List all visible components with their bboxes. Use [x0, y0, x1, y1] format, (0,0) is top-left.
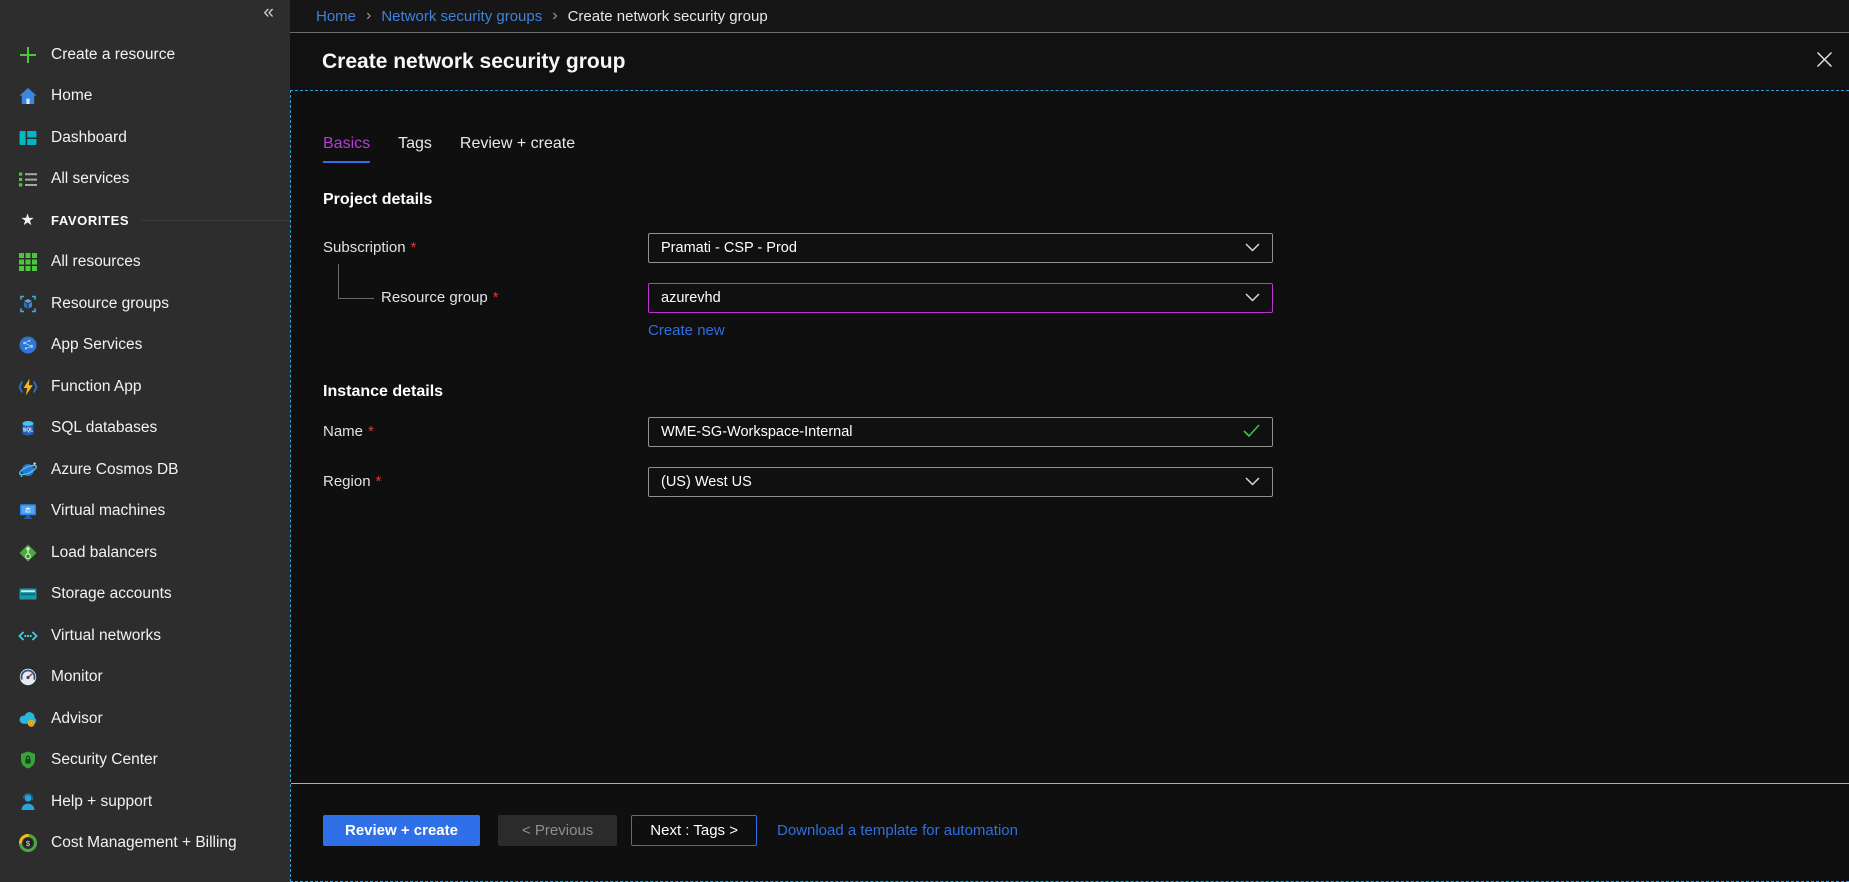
- main-area: Home › Network security groups › Create …: [290, 0, 1849, 882]
- breadcrumb-separator-icon: ›: [552, 7, 557, 25]
- sidebar-item-advisor[interactable]: Advisor: [0, 698, 290, 740]
- sidebar-nav: Create a resource Home Dashboard All ser…: [0, 0, 290, 864]
- breadcrumb-current: Create network security group: [568, 8, 768, 25]
- sidebar-item-virtual-machines[interactable]: Virtual machines: [0, 491, 290, 533]
- required-marker: *: [376, 473, 382, 490]
- download-template-link[interactable]: Download a template for automation: [777, 815, 1018, 846]
- virtual-machine-icon: [17, 501, 38, 522]
- sidebar-item-sql-databases[interactable]: SQL SQL databases: [0, 408, 290, 450]
- svg-text:SQL: SQL: [22, 428, 32, 434]
- resource-group-label: Resource group*: [323, 283, 648, 313]
- sidebar-item-app-services[interactable]: App Services: [0, 325, 290, 367]
- required-marker: *: [411, 239, 417, 256]
- sidebar-item-virtual-networks[interactable]: Virtual networks: [0, 615, 290, 657]
- security-center-icon: [17, 750, 38, 771]
- review-create-button[interactable]: Review + create: [323, 815, 480, 846]
- cost-management-icon: $: [17, 833, 38, 854]
- blade-header: Create network security group: [290, 33, 1849, 90]
- sidebar-section-favorites: ★ FAVORITES: [0, 200, 290, 242]
- resource-group-select[interactable]: azurevhd: [648, 283, 1273, 313]
- tab-bar: Basics Tags Review + create: [323, 135, 1849, 163]
- previous-button[interactable]: < Previous: [498, 815, 617, 846]
- section-heading-instance-details: Instance details: [323, 383, 1849, 401]
- next-tags-button[interactable]: Next : Tags >: [631, 815, 757, 846]
- breadcrumb: Home › Network security groups › Create …: [290, 0, 1849, 33]
- sidebar-item-function-app[interactable]: Function App: [0, 366, 290, 408]
- app-services-icon: [17, 335, 38, 356]
- monitor-icon: [17, 667, 38, 688]
- region-row: Region* (US) West US: [323, 467, 1849, 497]
- virtual-network-icon: [17, 625, 38, 646]
- sidebar-item-dashboard[interactable]: Dashboard: [0, 117, 290, 159]
- resource-group-icon: [17, 293, 38, 314]
- required-marker: *: [368, 423, 374, 440]
- subscription-select[interactable]: Pramati - CSP - Prod: [648, 233, 1273, 263]
- name-input[interactable]: WME-SG-Workspace-Internal: [648, 417, 1273, 447]
- list-icon: [17, 169, 38, 190]
- cosmos-db-icon: [17, 459, 38, 480]
- check-icon: [1243, 424, 1260, 441]
- subscription-label: Subscription*: [323, 233, 648, 263]
- tab-review-create[interactable]: Review + create: [460, 135, 575, 163]
- sidebar-item-security-center[interactable]: Security Center: [0, 740, 290, 782]
- tab-tags[interactable]: Tags: [398, 135, 432, 163]
- help-support-icon: [17, 791, 38, 812]
- section-heading-project-details: Project details: [323, 191, 1849, 209]
- plus-icon: [17, 44, 38, 65]
- sidebar-item-cost-management-billing[interactable]: $ Cost Management + Billing: [0, 823, 290, 865]
- resource-group-row: Resource group* azurevhd: [323, 283, 1849, 313]
- chevron-down-icon: [1245, 474, 1260, 490]
- blade-content: Basics Tags Review + create Project deta…: [290, 90, 1849, 882]
- sidebar-item-azure-cosmos-db[interactable]: Azure Cosmos DB: [0, 449, 290, 491]
- region-select[interactable]: (US) West US: [648, 467, 1273, 497]
- sql-database-icon: SQL: [17, 418, 38, 439]
- sidebar-item-load-balancers[interactable]: Load balancers: [0, 532, 290, 574]
- sidebar-item-help-support[interactable]: Help + support: [0, 781, 290, 823]
- sidebar-item-all-services[interactable]: All services: [0, 159, 290, 201]
- chevron-down-icon: [1245, 290, 1260, 306]
- grid-icon: [17, 252, 38, 273]
- home-icon: [17, 86, 38, 107]
- close-icon[interactable]: [1811, 46, 1837, 72]
- sidebar-item-create-a-resource[interactable]: Create a resource: [0, 34, 290, 76]
- breadcrumb-home[interactable]: Home: [316, 8, 356, 25]
- storage-account-icon: [17, 584, 38, 605]
- sidebar-item-home[interactable]: Home: [0, 76, 290, 118]
- create-new-link[interactable]: Create new: [648, 322, 725, 339]
- collapse-sidebar-icon[interactable]: «: [263, 2, 274, 24]
- sidebar-item-storage-accounts[interactable]: Storage accounts: [0, 574, 290, 616]
- sidebar-item-monitor[interactable]: Monitor: [0, 657, 290, 699]
- name-row: Name* WME-SG-Workspace-Internal: [323, 417, 1849, 447]
- star-icon: ★: [17, 210, 38, 231]
- chevron-down-icon: [1245, 240, 1260, 256]
- function-app-icon: [17, 376, 38, 397]
- region-label: Region*: [323, 467, 648, 497]
- sidebar-item-resource-groups[interactable]: Resource groups: [0, 283, 290, 325]
- subscription-row: Subscription* Pramati - CSP - Prod: [323, 233, 1849, 263]
- form-area: Basics Tags Review + create Project deta…: [291, 91, 1849, 783]
- breadcrumb-network-security-groups[interactable]: Network security groups: [381, 8, 542, 25]
- divider: [141, 220, 290, 221]
- load-balancer-icon: [17, 542, 38, 563]
- advisor-icon: [17, 708, 38, 729]
- wizard-footer: Review + create < Previous Next : Tags >…: [291, 783, 1849, 881]
- required-marker: *: [493, 289, 499, 306]
- dashboard-icon: [17, 127, 38, 148]
- name-label: Name*: [323, 417, 648, 447]
- sidebar: « Create a resource Home Dashboard All s…: [0, 0, 290, 882]
- tab-basics[interactable]: Basics: [323, 135, 370, 163]
- breadcrumb-separator-icon: ›: [366, 7, 371, 25]
- page-title: Create network security group: [322, 50, 625, 74]
- sidebar-item-all-resources[interactable]: All resources: [0, 242, 290, 284]
